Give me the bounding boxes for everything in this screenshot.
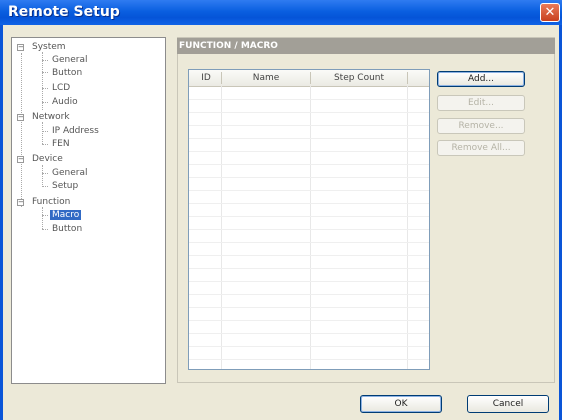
row-gridline xyxy=(189,242,429,243)
row-gridline xyxy=(189,190,429,191)
tree-connector xyxy=(42,60,48,61)
remove-all-button[interactable]: Remove All... xyxy=(437,140,525,156)
row-gridline xyxy=(189,359,429,360)
tree-connector xyxy=(42,88,48,89)
tree-node-device-setup[interactable]: Setup xyxy=(52,180,78,192)
tree-node-label: Button xyxy=(52,68,83,78)
collapse-icon[interactable]: − xyxy=(17,114,24,121)
column-header-name[interactable]: Name xyxy=(222,70,310,86)
tree-node-label: Network xyxy=(32,112,70,122)
column-gridline xyxy=(407,86,408,369)
tree-node-label: Audio xyxy=(52,97,78,107)
tree-connector xyxy=(42,173,48,174)
window-title: Remote Setup xyxy=(8,4,120,20)
collapse-icon[interactable]: − xyxy=(17,156,24,163)
row-gridline xyxy=(189,99,429,100)
tree-connector xyxy=(42,102,48,103)
tree-node-label-selected: Macro xyxy=(50,210,82,220)
row-gridline xyxy=(189,138,429,139)
row-gridline xyxy=(189,151,429,152)
row-gridline xyxy=(189,125,429,126)
tree-connector xyxy=(42,186,48,187)
collapse-icon[interactable]: − xyxy=(17,199,24,206)
tree-node-fen[interactable]: FEN xyxy=(52,138,70,150)
close-icon: ✕ xyxy=(544,5,556,20)
tree-node-label: Function xyxy=(32,197,71,207)
tree-node-system-general[interactable]: General xyxy=(52,54,87,66)
settings-tree[interactable]: − System General Button LCD Audio − Netw… xyxy=(11,37,166,384)
tree-node-audio[interactable]: Audio xyxy=(52,96,78,108)
tree-connector xyxy=(42,207,43,229)
tree-node-label: FEN xyxy=(52,139,70,149)
column-header-id[interactable]: ID xyxy=(191,70,221,86)
tree-node-device-general[interactable]: General xyxy=(52,167,87,179)
row-gridline xyxy=(189,320,429,321)
tree-node-function-button[interactable]: Button xyxy=(52,223,82,235)
row-gridline xyxy=(189,268,429,269)
row-gridline xyxy=(189,307,429,308)
tree-connector xyxy=(42,165,43,187)
tree-node-ip-address[interactable]: IP Address xyxy=(52,125,99,137)
collapse-icon[interactable]: − xyxy=(17,44,24,51)
tree-connector xyxy=(42,122,43,144)
tree-connector xyxy=(42,131,48,132)
panel-header: FUNCTION / MACRO xyxy=(177,38,555,54)
table-header: ID Name Step Count xyxy=(189,70,429,87)
row-gridline xyxy=(189,255,429,256)
tree-node-system-button[interactable]: Button xyxy=(52,67,82,79)
row-gridline xyxy=(189,203,429,204)
column-header-step-count[interactable]: Step Count xyxy=(311,70,407,86)
tree-node-label: LCD xyxy=(52,83,71,93)
remove-button[interactable]: Remove... xyxy=(437,118,525,134)
tree-node-label: Setup xyxy=(52,181,79,191)
tree-node-label: General xyxy=(52,55,88,65)
tree-node-lcd[interactable]: LCD xyxy=(52,82,70,94)
column-gridline xyxy=(221,86,222,369)
row-gridline xyxy=(189,346,429,347)
row-gridline xyxy=(189,281,429,282)
macro-table[interactable]: ID Name Step Count xyxy=(188,69,430,370)
tree-node-label: Button xyxy=(52,224,83,234)
tree-node-label: System xyxy=(32,42,66,52)
tree-node-label: General xyxy=(52,168,88,178)
close-button[interactable]: ✕ xyxy=(540,3,560,22)
tree-node-macro[interactable]: Macro xyxy=(50,209,82,221)
tree-connector xyxy=(42,72,48,73)
row-gridline xyxy=(189,177,429,178)
row-gridline xyxy=(189,164,429,165)
tree-connector xyxy=(42,215,48,216)
tree-node-label: Device xyxy=(32,154,63,164)
row-gridline xyxy=(189,112,429,113)
column-gridline xyxy=(310,86,311,369)
tree-node-label: IP Address xyxy=(52,126,99,136)
column-divider[interactable] xyxy=(407,72,408,84)
row-gridline xyxy=(189,294,429,295)
window-border-left xyxy=(0,25,3,420)
row-gridline xyxy=(189,333,429,334)
title-bar: Remote Setup ✕ xyxy=(0,0,562,25)
add-button[interactable]: Add... xyxy=(437,71,525,87)
cancel-button[interactable]: Cancel xyxy=(467,395,549,413)
tree-connector xyxy=(42,229,48,230)
row-gridline xyxy=(189,229,429,230)
tree-connector xyxy=(42,144,48,145)
row-gridline xyxy=(189,216,429,217)
tree-connector xyxy=(21,53,22,207)
ok-button[interactable]: OK xyxy=(360,395,442,413)
edit-button[interactable]: Edit... xyxy=(437,95,525,111)
